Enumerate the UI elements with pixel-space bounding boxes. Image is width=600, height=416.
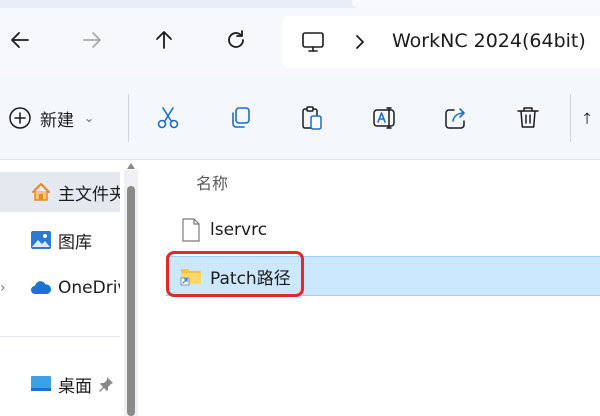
chevron-down-icon: ⌄ (84, 111, 95, 125)
toolbar-divider (570, 94, 571, 142)
sort-button[interactable] (584, 104, 600, 132)
delete-icon (517, 107, 539, 128)
sidebar-item-label: 桌面 (58, 376, 92, 397)
paste-icon (302, 106, 322, 130)
rename-icon (373, 107, 395, 129)
active-tab-edge[interactable] (352, 0, 600, 8)
column-header-name[interactable]: 名称 (196, 170, 228, 194)
expand-chevron-icon[interactable]: › (0, 280, 6, 296)
back-button[interactable] (4, 24, 36, 56)
toolbar-divider (128, 94, 129, 142)
sidebar-item-label: 主文件夹 (58, 184, 120, 205)
cut-button[interactable] (154, 104, 182, 132)
paste-button[interactable] (298, 104, 326, 132)
new-button[interactable]: 新建 ⌄ (8, 102, 94, 134)
refresh-icon (228, 30, 244, 48)
new-button-label: 新建 (40, 110, 74, 131)
sidebar-item-desktop[interactable]: 桌面 (0, 364, 120, 404)
sidebar-item-label: 图库 (58, 232, 92, 253)
copy-button[interactable] (226, 104, 254, 132)
plus-circle-icon (9, 107, 31, 129)
red-highlight-box (166, 251, 304, 297)
back-arrow-icon (11, 32, 29, 48)
breadcrumb-current[interactable]: WorkNC 2024(64bit) (392, 30, 586, 52)
file-icon (182, 218, 200, 242)
address-bar[interactable]: WorkNC 2024(64bit) (282, 16, 600, 68)
command-bar: 新建 ⌄ (0, 76, 600, 160)
scroll-up-arrow-icon[interactable] (127, 163, 135, 169)
sidebar-item-gallery[interactable]: 图库 (0, 220, 120, 260)
scrollbar-thumb[interactable] (127, 186, 135, 416)
home-icon (32, 183, 50, 201)
up-arrow-icon (156, 31, 172, 49)
sidebar-divider (0, 336, 120, 337)
file-row[interactable]: lservrc (166, 210, 600, 250)
rename-button[interactable] (370, 104, 398, 132)
this-pc-icon (302, 32, 324, 52)
forward-arrow-icon (83, 32, 101, 48)
desktop-icon (31, 376, 51, 391)
sidebar-item-label: OneDrive (58, 278, 120, 298)
up-button[interactable] (148, 24, 180, 56)
file-name: lservrc (210, 220, 268, 240)
cloud-icon (31, 281, 52, 294)
forward-button[interactable] (76, 24, 108, 56)
share-icon (445, 108, 465, 129)
sidebar-item-onedrive[interactable]: › OneDrive (0, 268, 120, 308)
tab-strip (0, 0, 600, 8)
cut-icon (157, 107, 179, 129)
gallery-icon (31, 231, 51, 249)
refresh-button[interactable] (220, 24, 252, 56)
share-button[interactable] (442, 104, 470, 132)
breadcrumb-chevron-icon[interactable] (352, 32, 368, 52)
navigation-bar: WorkNC 2024(64bit) (0, 8, 600, 76)
sort-icon (584, 112, 590, 125)
copy-icon (232, 107, 250, 128)
pin-icon[interactable] (98, 376, 114, 392)
sidebar-item-home[interactable]: 主文件夹 (0, 172, 120, 212)
delete-button[interactable] (514, 104, 542, 132)
sidebar-scrollbar[interactable] (124, 170, 138, 416)
